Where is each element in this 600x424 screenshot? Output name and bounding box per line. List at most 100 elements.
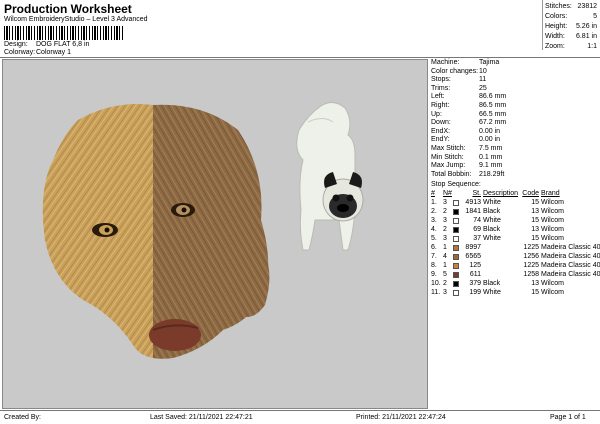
color-swatch xyxy=(453,208,459,215)
stat-row: Colors: 5 xyxy=(545,13,597,20)
info-row: Min Stitch: 0.1 mm xyxy=(431,153,503,161)
info-row: Trims: 25 xyxy=(431,84,487,92)
colorway-value: Colorway 1 xyxy=(36,49,72,56)
cell-desc xyxy=(483,270,521,279)
table-row: 10. 2 379 Black 13 Wilcom xyxy=(431,279,599,288)
color-swatch-cell xyxy=(453,216,461,225)
stat-row: Width: 6.81 in xyxy=(545,33,597,40)
design-preview-canvas[interactable] xyxy=(2,59,428,409)
table-row: 2. 2 1841 Black 13 Wilcom xyxy=(431,207,599,216)
info-row: Up: 66.5 mm xyxy=(431,110,507,118)
page-title: Production Worksheet xyxy=(4,2,132,16)
cell-st: 6565 xyxy=(465,253,481,261)
right-eye xyxy=(171,203,195,217)
cell-desc: White xyxy=(483,289,501,297)
dog-nose xyxy=(149,319,201,351)
cell-brand: Wilcom xyxy=(541,208,564,216)
cell-st: 74 xyxy=(473,217,481,225)
cell-st: 4913 xyxy=(465,199,481,207)
cell-stop: 2. xyxy=(431,208,437,216)
cell-stop: 5. xyxy=(431,235,437,243)
header-separator xyxy=(0,57,600,58)
design-row: Design: DOG FLAT 6,8 in xyxy=(4,41,89,48)
table-row: 1. 3 4913 White 15 Wilcom xyxy=(431,198,599,207)
cell-brand: Wilcom xyxy=(541,226,564,234)
embroidery-design-image xyxy=(42,102,364,359)
cell-stop: 4. xyxy=(431,226,437,234)
info-row: Max Jump: 9.1 mm xyxy=(431,162,503,170)
color-swatch-cell xyxy=(453,225,461,234)
cell-st: 69 xyxy=(473,226,481,234)
info-row: Stops: 11 xyxy=(431,76,487,84)
color-swatch xyxy=(453,253,459,260)
cell-stop: 1. xyxy=(431,199,437,207)
cell-num: 2 xyxy=(443,280,447,288)
color-swatch-cell xyxy=(453,243,461,252)
cell-num: 3 xyxy=(443,199,447,207)
info-row: Left: 86.6 mm xyxy=(431,93,507,101)
info-row: Color changes: 10 xyxy=(431,67,487,75)
cell-brand: Madeira Classic 40 xyxy=(541,244,600,252)
page-number: Page 1 of 1 xyxy=(550,414,586,421)
cell-stop: 6. xyxy=(431,244,437,252)
cell-code: 13 xyxy=(531,208,539,216)
color-swatch xyxy=(453,262,459,269)
barcode-image xyxy=(4,26,124,40)
header-divider xyxy=(542,0,543,50)
cell-code: 15 xyxy=(531,289,539,297)
cell-st: 611 xyxy=(469,271,481,279)
cell-desc xyxy=(483,243,521,252)
cell-stop: 3. xyxy=(431,217,437,225)
info-row: Right: 86.5 mm xyxy=(431,101,507,109)
cell-code: 1225 xyxy=(523,262,539,270)
stop-sequence-table: 1. 3 4913 White 15 Wilcom 2. 2 1841 Black 13 Wilcom… xyxy=(431,198,600,297)
colorway-label: Colorway: xyxy=(4,49,36,56)
cell-brand: Wilcom xyxy=(541,235,564,243)
pug-figure xyxy=(296,102,364,251)
stat-row: Zoom: 1:1 xyxy=(545,43,597,50)
table-row: 7. 4 6565 1256 Madeira Classic 40 xyxy=(431,252,600,261)
cell-num: 1 xyxy=(443,262,447,270)
table-row: 11. 3 199 White 15 Wilcom xyxy=(431,288,599,297)
color-swatch-cell xyxy=(453,288,461,297)
cell-desc: Black xyxy=(483,226,501,234)
color-swatch xyxy=(453,235,459,242)
cell-desc xyxy=(483,252,521,261)
cell-st: 125 xyxy=(469,262,481,270)
info-row: EndX: 0.00 in xyxy=(431,127,501,135)
cell-code: 1256 xyxy=(523,253,539,261)
color-swatch-cell xyxy=(453,270,461,279)
color-swatch xyxy=(453,280,459,287)
cell-num: 2 xyxy=(443,208,447,216)
cell-num: 4 xyxy=(443,253,447,261)
table-row: 8. 1 125 1225 Madeira Classic 40 xyxy=(431,261,600,270)
cell-code: 13 xyxy=(531,280,539,288)
stop-sequence-title: Stop Sequence: xyxy=(431,181,481,189)
worksheet-footer: Created By: Last Saved: 21/11/2021 22:47… xyxy=(0,410,600,424)
cell-stop: 8. xyxy=(431,262,437,270)
cell-code: 15 xyxy=(531,199,539,207)
cell-desc xyxy=(483,261,521,270)
cell-brand: Madeira Classic 40 xyxy=(541,262,600,270)
design-stats: Stitches: 23812 Colors: 5 Height: 5.26 in W… xyxy=(545,2,597,52)
printed-date: Printed: 21/11/2021 22:47:24 xyxy=(356,414,446,421)
cell-desc: White xyxy=(483,199,501,207)
design-value: DOG FLAT 6,8 in xyxy=(36,41,90,48)
color-swatch xyxy=(453,244,459,251)
cell-desc: White xyxy=(483,235,501,243)
left-eye xyxy=(92,223,118,237)
cell-code: 13 xyxy=(531,226,539,234)
colorway-row: Colorway: Colorway 1 xyxy=(4,49,71,56)
color-swatch-cell xyxy=(453,252,461,261)
color-swatch-cell xyxy=(453,261,461,270)
cell-code: 15 xyxy=(531,217,539,225)
cell-brand: Wilcom xyxy=(541,280,564,288)
color-swatch-cell xyxy=(453,234,461,243)
info-row: EndY: 0.00 in xyxy=(431,136,501,144)
cell-st: 1841 xyxy=(465,208,481,216)
cell-brand: Wilcom xyxy=(541,289,564,297)
stop-sequence-header: # N# St. Description Code Brand xyxy=(431,190,560,198)
created-by: Created By: xyxy=(4,414,41,421)
cell-brand: Wilcom xyxy=(541,217,564,225)
color-swatch-cell xyxy=(453,207,461,216)
